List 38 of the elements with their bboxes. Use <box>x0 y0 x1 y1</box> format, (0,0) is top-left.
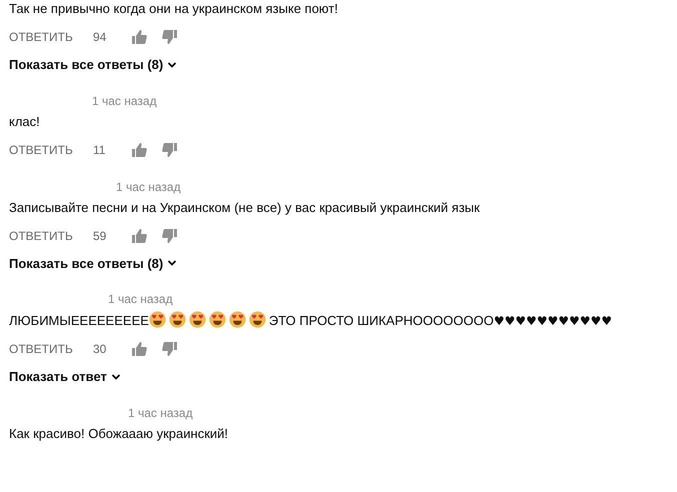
like-count: 30 <box>93 341 108 358</box>
reply-button[interactable]: ОТВЕТИТЬ <box>9 340 93 358</box>
reply-button[interactable]: ОТВЕТИТЬ <box>9 140 93 158</box>
reply-button[interactable]: ОТВЕТИТЬ <box>9 28 93 46</box>
heart-eyes-emoji-icon <box>188 311 206 328</box>
heart-eyes-emoji-icon <box>168 311 186 328</box>
show-replies-button[interactable]: Показать все ответы (8) <box>9 55 178 74</box>
heart-eyes-emoji-icon <box>248 311 266 328</box>
timestamp: 1 час назад <box>115 178 182 196</box>
timestamp: 1 час назад <box>107 291 174 308</box>
comment-text: Как красиво! Обожаааю украинский! <box>9 424 230 442</box>
comment-text: Так не привычно когда они на украинском языке поют! <box>9 0 339 18</box>
show-replies-button[interactable]: Показать ответ <box>9 367 121 386</box>
timestamp: 1 час назад <box>91 92 158 110</box>
thumbs-down-icon[interactable] <box>162 228 178 244</box>
thumbs-up-icon[interactable] <box>131 29 147 45</box>
comment-text: ЭТО ПРОСТО ШИКАРНОООООООО♥♥♥♥♥♥♥♥♥♥♥ <box>268 313 612 328</box>
like-count: 59 <box>93 228 108 244</box>
comment-text: Записывайте песни и на Украинском (не все) у вас красивый украинский язык <box>9 198 481 216</box>
chevron-down-icon <box>110 372 121 382</box>
thumbs-down-icon[interactable] <box>162 341 178 357</box>
comment-text: ЛЮБИМЫЕЕЕЕЕЕЕЕЕ <box>9 313 149 328</box>
timestamp: 1 час назад <box>127 404 194 422</box>
chevron-down-icon <box>167 258 178 268</box>
comment-text: клас! <box>9 112 41 130</box>
thumbs-up-icon[interactable] <box>131 142 147 158</box>
chevron-down-icon <box>167 60 178 70</box>
thumbs-up-icon[interactable] <box>131 228 147 244</box>
thumbs-up-icon[interactable] <box>131 341 147 357</box>
like-count: 11 <box>93 142 106 158</box>
heart-eyes-emoji-icon <box>148 311 166 328</box>
heart-eyes-emoji-icon <box>208 311 226 328</box>
thumbs-down-icon[interactable] <box>162 142 178 158</box>
heart-eyes-emoji-icon <box>228 311 246 328</box>
show-replies-button[interactable]: Показать все ответы (8) <box>9 254 178 273</box>
thumbs-down-icon[interactable] <box>162 29 178 45</box>
like-count: 94 <box>93 29 108 46</box>
reply-button[interactable]: ОТВЕТИТЬ <box>9 226 93 244</box>
